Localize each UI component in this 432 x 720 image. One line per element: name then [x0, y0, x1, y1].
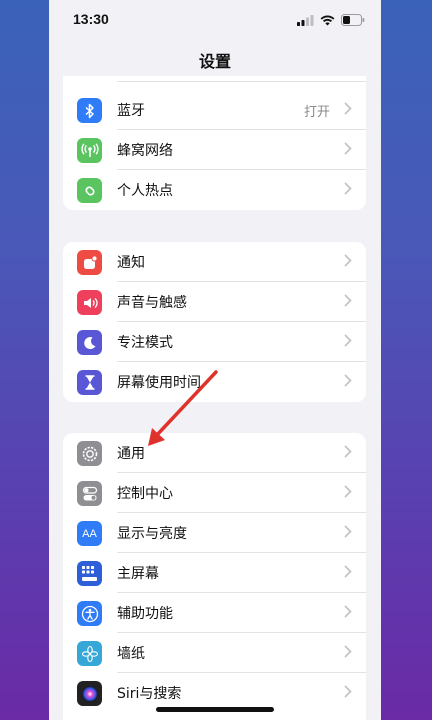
settings-row-screen-time[interactable]: 屏幕使用时间: [63, 362, 366, 402]
bluetooth-icon: [77, 98, 102, 123]
chevron-right-icon: [344, 334, 352, 347]
wifi-icon: [320, 15, 335, 25]
notifications-icon: [77, 250, 102, 275]
settings-row-control-center[interactable]: 控制中心: [63, 473, 366, 513]
row-label: Siri与搜索: [117, 686, 182, 702]
settings-row-focus[interactable]: 专注模式: [63, 322, 366, 362]
row-label: 主屏幕: [117, 566, 159, 582]
row-label: 控制中心: [117, 486, 173, 502]
settings-row-general[interactable]: 通用: [63, 433, 366, 473]
chevron-right-icon: [344, 142, 352, 155]
row-label: 声音与触感: [117, 295, 187, 311]
status-icons: [297, 13, 365, 27]
text-size-glyph: AA: [82, 527, 97, 540]
row-separator: [117, 81, 366, 82]
toggles-icon: [77, 481, 102, 506]
chevron-right-icon: [344, 254, 352, 267]
wallpaper-icon: [77, 641, 102, 666]
general-group: 通用 控制中心 AA 显示与亮度 主屏幕 辅助功能 墙纸 Siri与搜索: [63, 433, 366, 720]
home-indicator[interactable]: [156, 707, 274, 712]
settings-row-wallpaper[interactable]: 墙纸: [63, 633, 366, 673]
battery-icon: [341, 14, 365, 26]
moon-icon: [77, 330, 102, 355]
row-label: 通知: [117, 255, 145, 271]
row-label: 蜂窝网络: [117, 143, 173, 159]
accessibility-icon: [77, 601, 102, 626]
notifications-group: 通知 声音与触感 专注模式 屏幕使用时间: [63, 242, 366, 402]
settings-row-cellular[interactable]: 蜂窝网络: [63, 130, 366, 170]
settings-row-sound[interactable]: 声音与触感: [63, 282, 366, 322]
settings-row-display[interactable]: AA 显示与亮度: [63, 513, 366, 553]
status-time: 13:30: [73, 11, 109, 27]
chevron-right-icon: [344, 182, 352, 195]
navigation-bar: 设置: [49, 40, 381, 76]
chevron-right-icon: [344, 445, 352, 458]
row-label: 个人热点: [117, 183, 173, 199]
row-label: 屏幕使用时间: [117, 375, 201, 391]
chevron-right-icon: [344, 294, 352, 307]
settings-row-accessibility[interactable]: 辅助功能: [63, 593, 366, 633]
chevron-right-icon: [344, 685, 352, 698]
row-label: 通用: [117, 446, 145, 462]
gear-icon: [77, 441, 102, 466]
chevron-right-icon: [344, 485, 352, 498]
hourglass-icon: [77, 370, 102, 395]
text-size-icon: AA: [77, 521, 102, 546]
chevron-right-icon: [344, 525, 352, 538]
chevron-right-icon: [344, 605, 352, 618]
chevron-right-icon: [344, 102, 352, 115]
page-title: 设置: [198, 52, 231, 71]
sound-icon: [77, 290, 102, 315]
hotspot-icon: [77, 178, 102, 203]
row-label: 辅助功能: [117, 606, 173, 622]
cellular-icon: [77, 138, 102, 163]
home-screen-icon: [77, 561, 102, 586]
status-bar: 13:30: [49, 0, 381, 40]
signal-icon: [297, 14, 314, 26]
settings-row-notifications[interactable]: 通知: [63, 242, 366, 282]
settings-row-bluetooth[interactable]: 蓝牙 打开: [63, 90, 366, 130]
siri-icon: [77, 681, 102, 706]
settings-screen: 13:30 设置 蓝牙 打开 蜂窝网络 个人热点 通知 声音与触感 专注模式 屏…: [49, 0, 381, 720]
chevron-right-icon: [344, 645, 352, 658]
connectivity-group: 蓝牙 打开 蜂窝网络 个人热点: [63, 62, 366, 210]
chevron-right-icon: [344, 565, 352, 578]
settings-row-hotspot[interactable]: 个人热点: [63, 170, 366, 210]
settings-row-home-screen[interactable]: 主屏幕: [63, 553, 366, 593]
bluetooth-status-value: 打开: [303, 105, 330, 120]
row-label: 墙纸: [117, 646, 145, 662]
row-label: 显示与亮度: [117, 526, 187, 542]
row-label: 专注模式: [117, 335, 173, 351]
chevron-right-icon: [344, 374, 352, 387]
row-label: 蓝牙: [117, 103, 145, 119]
